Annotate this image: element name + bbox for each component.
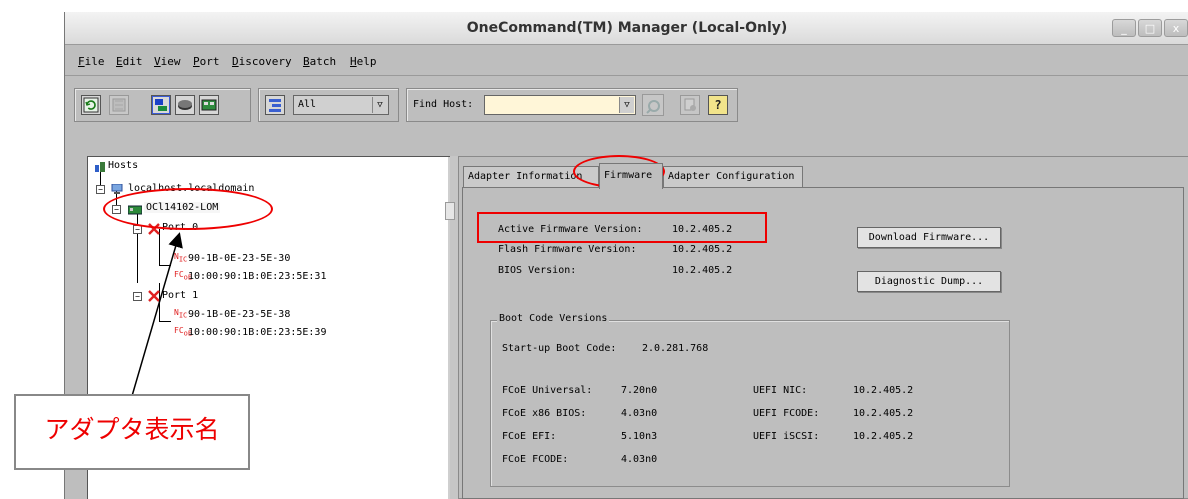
tab-firmware[interactable]: Firmware <box>599 163 663 189</box>
callout-text: アダプタ表示名 <box>44 415 220 444</box>
